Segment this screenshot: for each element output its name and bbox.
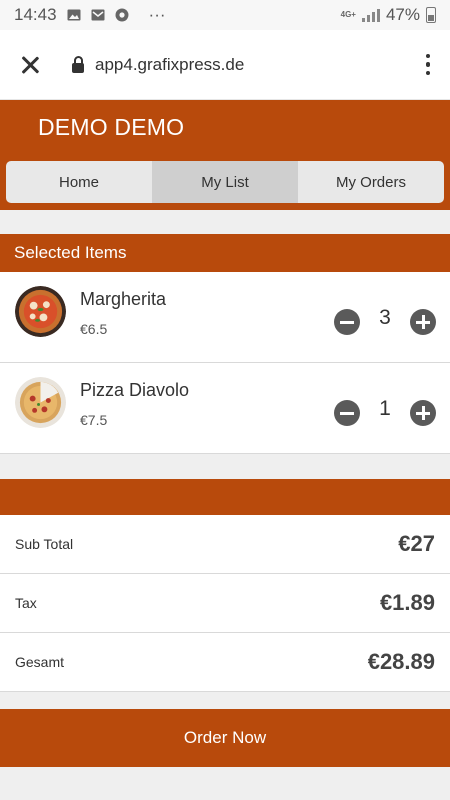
app-title: DEMO DEMO [38,114,185,140]
app-header: DEMO DEMO Home My List My Orders [0,100,450,210]
increase-quantity-button[interactable] [410,400,436,426]
summary-row-total: Gesamt €28.89 [0,633,450,692]
decrease-quantity-button[interactable] [334,400,360,426]
network-type: 4G+ [340,10,356,19]
spacer [0,210,450,234]
summary-label: Gesamt [15,654,65,670]
tab-home[interactable]: Home [6,161,152,203]
url-text[interactable]: app4.grafixpress.de [95,55,244,75]
summary-value: €27 [398,531,435,556]
gmail-icon [91,9,105,21]
summary-header-band [0,479,450,515]
signal-icon [361,8,380,22]
item-name: Pizza Diavolo [80,380,190,400]
tab-bar: Home My List My Orders [6,161,444,203]
browser-bar: app4.grafixpress.de [0,30,450,100]
pizza-image [15,377,66,428]
item-price: €6.5 [80,321,108,337]
spacer [0,454,450,479]
list-item: Margherita €6.5 3 [0,272,450,363]
increase-quantity-button[interactable] [410,309,436,335]
section-title: Selected Items [14,243,127,262]
quantity-stepper: 3 [334,306,436,335]
summary-value: €28.89 [367,649,435,674]
item-name: Margherita [80,289,167,309]
summary-row-tax: Tax €1.89 [0,574,450,633]
pizza-image [15,286,66,337]
order-now-button[interactable]: Order Now [0,709,450,767]
summary-label: Tax [15,595,37,611]
decrease-quantity-button[interactable] [334,309,360,335]
lock-icon [72,55,84,73]
close-icon[interactable] [18,53,42,77]
item-quantity: 1 [379,397,391,420]
summary-value: €1.89 [379,590,435,615]
item-quantity: 3 [379,306,391,329]
battery-percent: 47% [385,5,420,24]
tab-my-orders[interactable]: My Orders [298,161,444,203]
status-more: ··· [148,5,166,24]
status-right: 4G+ 47% [341,5,436,25]
summary-label: Sub Total [15,536,74,552]
chrome-icon [115,8,129,22]
summary-row-subtotal: Sub Total €27 [0,515,450,574]
status-left: 14:43 ··· [14,5,166,25]
list-item: Pizza Diavolo €7.5 1 [0,363,450,454]
battery-icon [426,7,436,23]
selected-items-header: Selected Items [0,234,450,272]
tab-my-list[interactable]: My List [152,161,298,203]
item-price: €7.5 [80,412,108,428]
status-bar: 14:43 ··· 4G+ 47% [0,0,450,30]
quantity-stepper: 1 [334,397,436,426]
more-options-icon[interactable] [422,50,435,80]
gallery-icon [67,9,81,21]
status-time: 14:43 [14,5,57,24]
